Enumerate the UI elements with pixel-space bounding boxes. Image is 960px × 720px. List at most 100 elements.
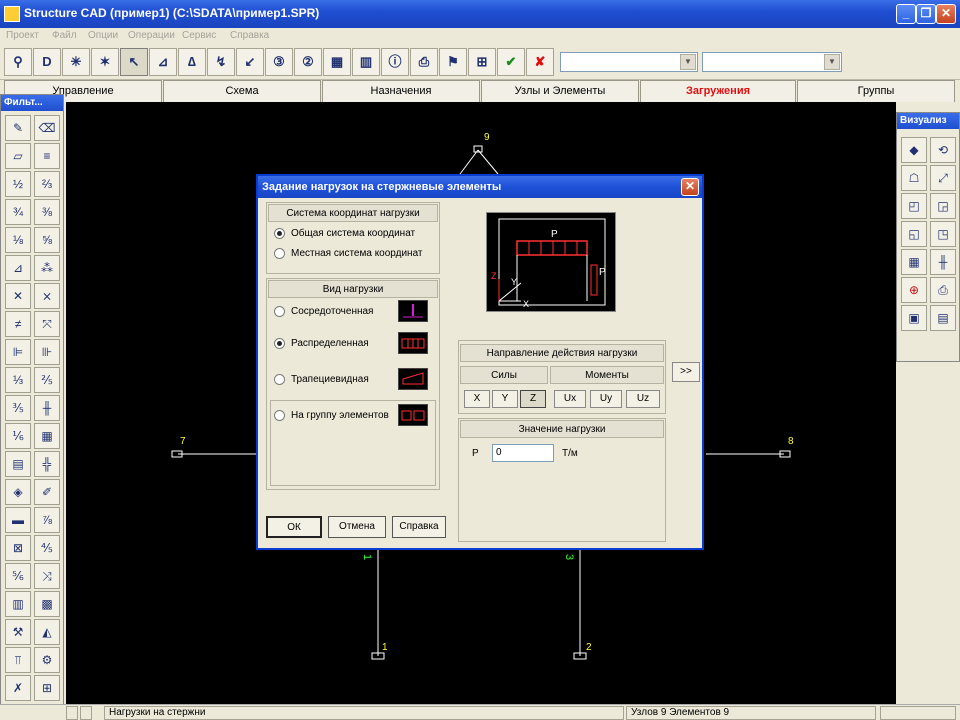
expand-button[interactable]: >> — [672, 362, 700, 382]
zoom-icon[interactable]: ⚑ — [439, 48, 467, 76]
filter-26-icon[interactable]: ⅞ — [34, 507, 60, 533]
filter-5-icon[interactable]: ⅛ — [5, 227, 31, 253]
elements-icon[interactable]: ✶ — [91, 48, 119, 76]
view-4-icon[interactable]: ⤢ — [930, 165, 956, 191]
grid-icon[interactable]: ⊞ — [468, 48, 496, 76]
radio-distributed[interactable]: Распределенная — [274, 336, 369, 352]
radio-local-coords[interactable]: Местная система координат — [274, 246, 423, 262]
radio-button[interactable] — [274, 247, 285, 259]
filter-36-icon[interactable]: ⚙ — [34, 647, 60, 673]
radio-element-group[interactable]: На группу элементов — [274, 408, 389, 424]
measure-icon[interactable]: ⚲ — [4, 48, 32, 76]
filter-14-icon[interactable]: ⊪ — [34, 339, 60, 365]
table-icon[interactable]: ▦ — [323, 48, 351, 76]
filter-9-icon[interactable]: ✕ — [5, 283, 31, 309]
filter-12-icon[interactable]: ⤧ — [34, 311, 60, 337]
rigidity-icon[interactable]: ② — [294, 48, 322, 76]
ok-button[interactable]: ОК — [266, 516, 322, 538]
radio-button[interactable] — [274, 409, 285, 421]
filter-23-icon[interactable]: ◈ — [5, 479, 31, 505]
filter-8-icon[interactable]: ⁂ — [34, 255, 60, 281]
filter-22-icon[interactable]: ╬ — [34, 451, 60, 477]
combo-box-1[interactable]: ▼ — [560, 52, 698, 72]
chart-icon[interactable]: ▥ — [352, 48, 380, 76]
menu-help[interactable]: Справка — [230, 30, 269, 41]
dialog-close-button[interactable]: ✕ — [681, 178, 699, 196]
pointer-icon[interactable]: ↖ — [120, 48, 148, 76]
radio-trapezoidal[interactable]: Трапециевидная — [274, 372, 369, 388]
nodes-icon[interactable]: ✳ — [62, 48, 90, 76]
filter-25-icon[interactable]: ▬ — [5, 507, 31, 533]
filter-38-icon[interactable]: ⊞ — [34, 675, 60, 701]
load-value-input[interactable]: 0 — [492, 444, 554, 462]
filter-18-icon[interactable]: ╫ — [34, 395, 60, 421]
view-13-icon[interactable]: ▣ — [901, 305, 927, 331]
view-8-icon[interactable]: ◳ — [930, 221, 956, 247]
filter-10-icon[interactable]: ⨯ — [34, 283, 60, 309]
combo-box-2[interactable]: ▼ — [702, 52, 842, 72]
menu-service[interactable]: Сервис — [182, 30, 216, 41]
filter-27-icon[interactable]: ⊠ — [5, 535, 31, 561]
view-10-icon[interactable]: ╫ — [930, 249, 956, 275]
zoom-icon[interactable]: ⊕ — [901, 277, 927, 303]
filter-1-icon[interactable]: ½ — [5, 171, 31, 197]
view-1-icon[interactable]: ◆ — [901, 137, 927, 163]
filter-34-icon[interactable]: ◭ — [34, 619, 60, 645]
view-14-icon[interactable]: ▤ — [930, 305, 956, 331]
filter-33-icon[interactable]: ⚒ — [5, 619, 31, 645]
radio-concentrated[interactable]: Сосредоточенная — [274, 304, 373, 320]
filter-19-icon[interactable]: ⅙ — [5, 423, 31, 449]
filter-29-icon[interactable]: ⅚ — [5, 563, 31, 589]
menu-options[interactable]: Опции — [88, 30, 118, 41]
filter-15-icon[interactable]: ⅓ — [5, 367, 31, 393]
d-button[interactable]: D — [33, 48, 61, 76]
force-z-button[interactable]: Z — [520, 390, 546, 408]
view-5-icon[interactable]: ◰ — [901, 193, 927, 219]
cancel-button[interactable]: Отмена — [328, 516, 386, 538]
filter-17-icon[interactable]: ⅗ — [5, 395, 31, 421]
tab-groups[interactable]: Группы — [797, 80, 955, 102]
filter-37-icon[interactable]: ✗ — [5, 675, 31, 701]
force-y-button[interactable]: Y — [492, 390, 518, 408]
menu-operations[interactable]: Операции — [128, 30, 175, 41]
filter-6-icon[interactable]: ⅝ — [34, 227, 60, 253]
filter-4-icon[interactable]: ⅜ — [34, 199, 60, 225]
eraser-icon[interactable]: ⌫ — [34, 115, 60, 141]
view-3-icon[interactable]: ☖ — [901, 165, 927, 191]
maximize-button[interactable]: ❐ — [916, 4, 936, 24]
tab-scheme[interactable]: Схема — [163, 80, 321, 102]
force-icon[interactable]: ↙ — [236, 48, 264, 76]
filter-30-icon[interactable]: ⤨ — [34, 563, 60, 589]
print-icon[interactable]: ⎙ — [930, 277, 956, 303]
tab-nodes-elements[interactable]: Узлы и Элементы — [481, 80, 639, 102]
radio-global-coords[interactable]: Общая система координат — [274, 226, 415, 242]
close-button[interactable]: ✕ — [936, 4, 956, 24]
force-x-button[interactable]: X — [464, 390, 490, 408]
chevron-down-icon[interactable]: ▼ — [824, 54, 840, 70]
filter-21-icon[interactable]: ▤ — [5, 451, 31, 477]
radio-button[interactable] — [274, 305, 285, 317]
filter-7-icon[interactable]: ⊿ — [5, 255, 31, 281]
filter-28-icon[interactable]: ⅘ — [34, 535, 60, 561]
tab-loads[interactable]: Загружения — [640, 80, 796, 102]
filter-11-icon[interactable]: ≠ — [5, 311, 31, 337]
load-case-icon[interactable]: ③ — [265, 48, 293, 76]
radio-button[interactable] — [274, 337, 285, 349]
accept-icon[interactable]: ✔ — [497, 48, 525, 76]
menu-project[interactable]: Проект — [6, 30, 39, 41]
view-2-icon[interactable]: ⟲ — [930, 137, 956, 163]
minimize-button[interactable]: _ — [896, 4, 916, 24]
chevron-down-icon[interactable]: ▼ — [680, 54, 696, 70]
pencil-icon[interactable]: ✎ — [5, 115, 31, 141]
support-icon[interactable]: ⊿ — [149, 48, 177, 76]
radio-button[interactable] — [274, 227, 285, 239]
moment-uy-button[interactable]: Uy — [590, 390, 622, 408]
node-9[interactable] — [473, 145, 483, 153]
moment-ux-button[interactable]: Ux — [554, 390, 586, 408]
moment-uz-button[interactable]: Uz — [626, 390, 660, 408]
node-load-icon[interactable]: ↯ — [207, 48, 235, 76]
help-button[interactable]: Справка — [392, 516, 446, 538]
filter-3-icon[interactable]: ¾ — [5, 199, 31, 225]
filter-31-icon[interactable]: ▥ — [5, 591, 31, 617]
radio-button[interactable] — [274, 373, 285, 385]
